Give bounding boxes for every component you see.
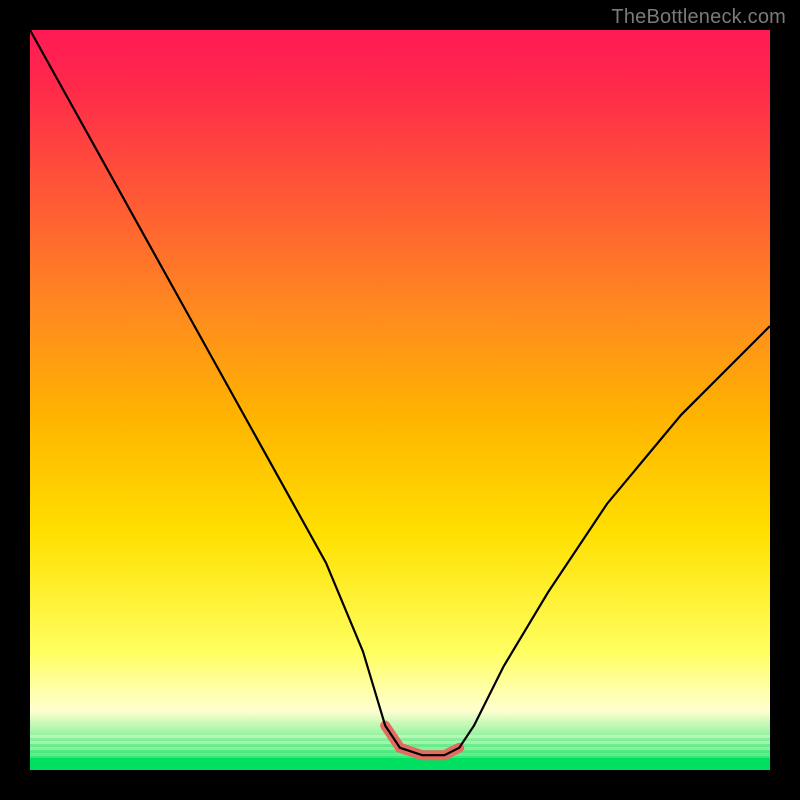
- green-band: [30, 758, 770, 770]
- tone-stripe: [30, 741, 770, 744]
- plot-area: [30, 30, 770, 770]
- gradient-background: [30, 30, 770, 770]
- tone-stripe: [30, 753, 770, 756]
- tone-stripe: [30, 747, 770, 750]
- chart-frame: TheBottleneck.com: [0, 0, 800, 800]
- watermark-text: TheBottleneck.com: [611, 6, 786, 29]
- tone-stripe: [30, 735, 770, 738]
